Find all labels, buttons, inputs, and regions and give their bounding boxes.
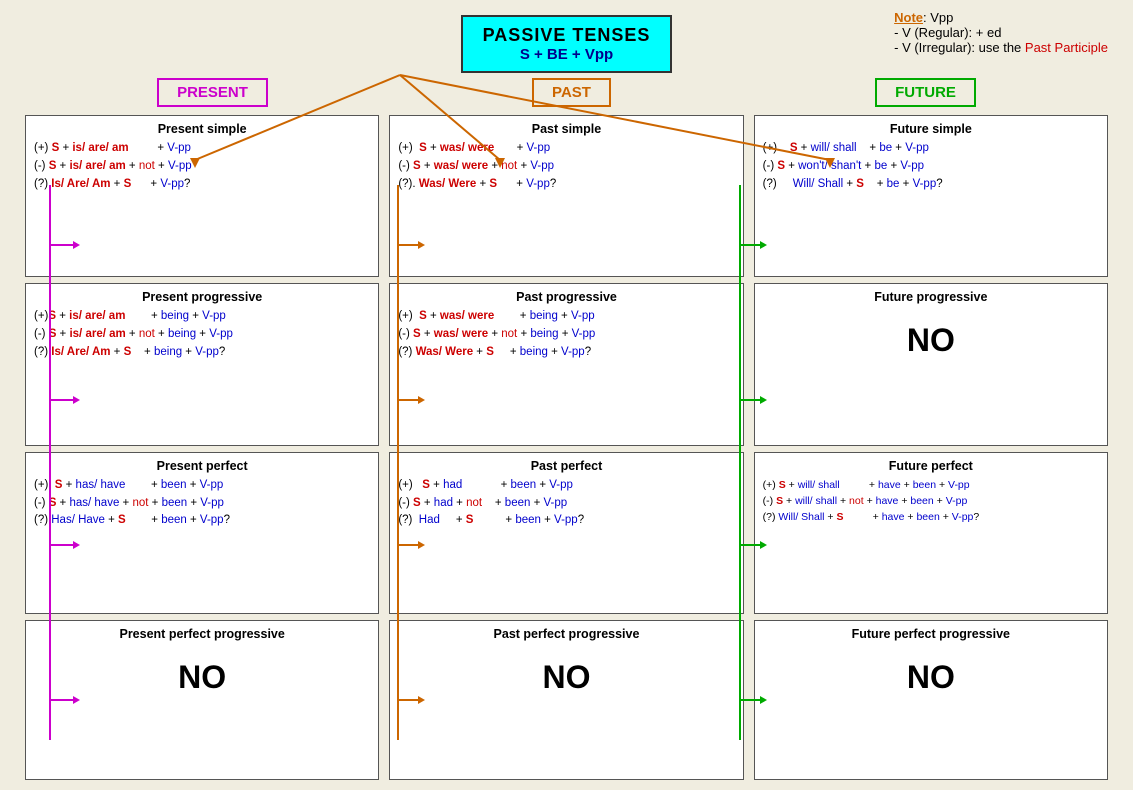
pp-line2: (-) S + is/ are/ am + not + being + V-pp	[34, 326, 370, 344]
pasts-line2: (-) S + was/ were + not + V-pp	[398, 158, 734, 176]
pastp-line2: (-) S + was/ were + not + being + V-pp	[398, 326, 734, 344]
category-future: FUTURE	[875, 78, 976, 107]
cell-past-perfect-progressive: Past perfect progressive NO	[389, 620, 743, 780]
fs-line1: (+) S + will/ shall + be + V-pp	[763, 140, 1099, 158]
note-box: Note: Vpp - V (Regular): + ed - V (Irreg…	[894, 10, 1108, 55]
note-line1: - V (Regular): + ed	[894, 25, 1108, 40]
cell-present-perfect: Present perfect (+) S + has/ have + been…	[25, 452, 379, 614]
ps-line1: (+) S + is/ are/ am + V-pp	[34, 140, 370, 158]
past-simple-body: (+) S + was/ were + V-pp (-) S + was/ we…	[398, 140, 734, 193]
future-perfect-progressive-no: NO	[763, 659, 1099, 696]
present-perfect-progressive-no: NO	[34, 659, 370, 696]
cell-past-progressive: Past progressive (+) S + was/ were + bei…	[389, 283, 743, 445]
pastp-line1: (+) S + was/ were + being + V-pp	[398, 308, 734, 326]
pastperf-line3: (?) Had + S + been + V-pp?	[398, 512, 734, 530]
category-row: PRESENT PAST FUTURE	[15, 78, 1118, 107]
note-vpp: Vpp	[930, 10, 953, 25]
category-present: PRESENT	[157, 78, 268, 107]
fs-line2: (-) S + won't/ shan't + be + V-pp	[763, 158, 1099, 176]
title-formula: S + BE + Vpp	[483, 46, 651, 63]
present-perfect-body: (+) S + has/ have + been + V-pp (-) S + …	[34, 477, 370, 530]
past-perfect-body: (+) S + had + been + V-pp (-) S + had + …	[398, 477, 734, 530]
pastperf-line1: (+) S + had + been + V-pp	[398, 477, 734, 495]
pperf-line2: (-) S + has/ have + not + been + V-pp	[34, 495, 370, 513]
past-perfect-progressive-no: NO	[398, 659, 734, 696]
note-line2: - V (Irregular): use the Past Participle	[894, 40, 1108, 55]
present-simple-body: (+) S + is/ are/ am + V-pp (-) S + is/ a…	[34, 140, 370, 193]
future-perfect-body: (+) S + will/ shall + have + been + V-pp…	[763, 477, 1099, 526]
category-past: PAST	[532, 78, 611, 107]
present-progressive-body: (+)S + is/ are/ am + being + V-pp (-) S …	[34, 308, 370, 361]
fs-line3: (?) Will/ Shall + S + be + V-pp?	[763, 176, 1099, 194]
cell-future-simple: Future simple (+) S + will/ shall + be +…	[754, 115, 1108, 277]
futperf-line1: (+) S + will/ shall + have + been + V-pp	[763, 477, 1099, 493]
cell-past-perfect: Past perfect (+) S + had + been + V-pp (…	[389, 452, 743, 614]
futperf-line2: (-) S + will/ shall + not + have + been …	[763, 493, 1099, 509]
future-simple-title: Future simple	[763, 122, 1099, 136]
pastp-line3: (?) Was/ Were + S + being + V-pp?	[398, 344, 734, 362]
main-container: PASSIVE TENSES S + BE + Vpp Note: Vpp - …	[0, 0, 1133, 790]
cell-present-progressive: Present progressive (+)S + is/ are/ am +…	[25, 283, 379, 445]
past-progressive-body: (+) S + was/ were + being + V-pp (-) S +…	[398, 308, 734, 361]
future-perfect-progressive-title: Future perfect progressive	[763, 627, 1099, 641]
past-perfect-title: Past perfect	[398, 459, 734, 473]
note-line0: Note: Vpp	[894, 10, 1108, 25]
present-simple-title: Present simple	[34, 122, 370, 136]
pasts-line3: (?). Was/ Were + S + V-pp?	[398, 176, 734, 194]
present-progressive-title: Present progressive	[34, 290, 370, 304]
pasts-line1: (+) S + was/ were + V-pp	[398, 140, 734, 158]
note-label: Note	[894, 10, 923, 25]
tense-grid: Present simple (+) S + is/ are/ am + V-p…	[15, 115, 1118, 780]
pastperf-line2: (-) S + had + not + been + V-pp	[398, 495, 734, 513]
ps-line2: (-) S + is/ are/ am + not + V-pp	[34, 158, 370, 176]
ps-line3: (?) Is/ Are/ Am + S + V-pp?	[34, 176, 370, 194]
futperf-line3: (?) Will/ Shall + S + have + been + V-pp…	[763, 509, 1099, 525]
future-progressive-no: NO	[763, 322, 1099, 359]
past-simple-title: Past simple	[398, 122, 734, 136]
note-past-participle: Past Participle	[1025, 40, 1108, 55]
cell-past-simple: Past simple (+) S + was/ were + V-pp (-)…	[389, 115, 743, 277]
pperf-line3: (?) Has/ Have + S + been + V-pp?	[34, 512, 370, 530]
future-progressive-title: Future progressive	[763, 290, 1099, 304]
past-progressive-title: Past progressive	[398, 290, 734, 304]
future-simple-body: (+) S + will/ shall + be + V-pp (-) S + …	[763, 140, 1099, 193]
cell-present-perfect-progressive: Present perfect progressive NO	[25, 620, 379, 780]
pp-line3: (?) Is/ Are/ Am + S + being + V-pp?	[34, 344, 370, 362]
past-perfect-progressive-title: Past perfect progressive	[398, 627, 734, 641]
present-perfect-title: Present perfect	[34, 459, 370, 473]
present-perfect-progressive-title: Present perfect progressive	[34, 627, 370, 641]
cell-present-simple: Present simple (+) S + is/ are/ am + V-p…	[25, 115, 379, 277]
header-area: PASSIVE TENSES S + BE + Vpp Note: Vpp - …	[15, 10, 1118, 73]
future-perfect-title: Future perfect	[763, 459, 1099, 473]
cell-future-progressive: Future progressive NO	[754, 283, 1108, 445]
pp-line1: (+)S + is/ are/ am + being + V-pp	[34, 308, 370, 326]
title-main: PASSIVE TENSES	[483, 25, 651, 46]
cell-future-perfect-progressive: Future perfect progressive NO	[754, 620, 1108, 780]
cell-future-perfect: Future perfect (+) S + will/ shall + hav…	[754, 452, 1108, 614]
pperf-line1: (+) S + has/ have + been + V-pp	[34, 477, 370, 495]
title-box: PASSIVE TENSES S + BE + Vpp	[461, 15, 673, 73]
